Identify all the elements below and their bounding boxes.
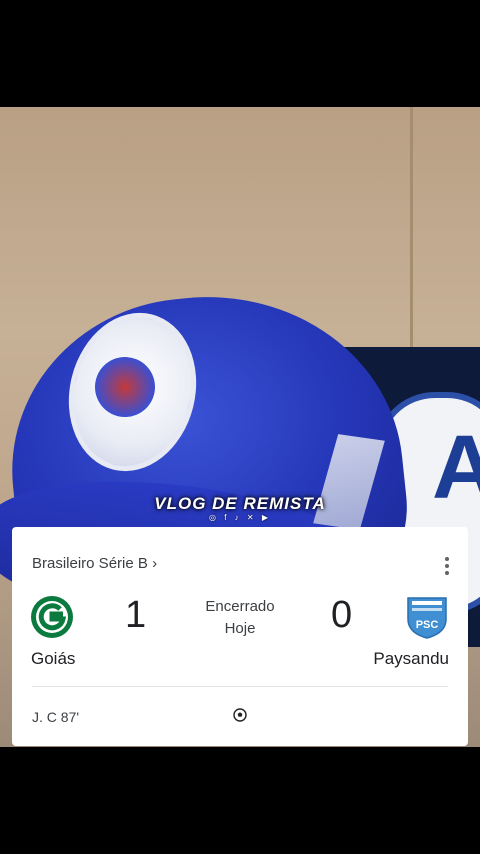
divider <box>32 686 448 687</box>
home-score: 1 <box>125 594 147 636</box>
away-team-name[interactable]: Paysandu <box>373 649 449 669</box>
social-icons: ◎ f ♪ ✕ ▶ <box>209 513 271 522</box>
match-date: Hoje <box>224 620 256 637</box>
away-score: 0 <box>331 594 353 636</box>
goal-scorer: J. C 87' <box>32 709 80 725</box>
goias-logo-icon <box>31 596 73 638</box>
match-card[interactable]: Brasileiro Série B › 1 Encerrado Hoje 0 … <box>12 527 468 746</box>
league-name: Brasileiro Série B <box>32 555 148 572</box>
chevron-right-icon: › <box>152 555 158 572</box>
more-options-icon[interactable] <box>444 557 450 575</box>
svg-text:PSC: PSC <box>416 619 439 631</box>
league-link[interactable]: Brasileiro Série B › <box>32 555 157 572</box>
paysandu-logo-icon: PSC <box>407 597 447 639</box>
watermark: VLOG DE REMISTA <box>154 494 326 513</box>
door-frame <box>410 107 413 347</box>
status-text: Encerrado <box>205 598 275 615</box>
soccer-ball-icon <box>233 708 247 722</box>
cap-patch-emblem <box>95 357 155 417</box>
match-status: Encerrado Hoje <box>190 596 290 640</box>
home-team-name[interactable]: Goiás <box>31 649 75 669</box>
